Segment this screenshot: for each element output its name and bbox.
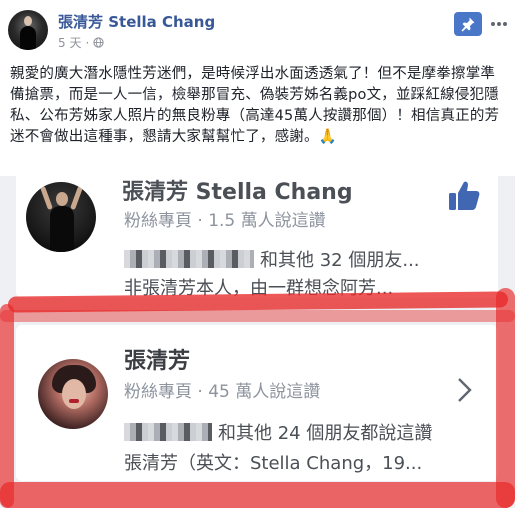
more-icon-dot: [491, 22, 495, 26]
more-button[interactable]: [488, 12, 510, 36]
redacted-names: [124, 250, 254, 268]
avatar-face: [62, 379, 86, 409]
card-friends: 和其他 32 個朋友...: [124, 246, 420, 272]
card-friends-text: 和其他 24 個朋友都說這讚: [218, 423, 433, 444]
thumbs-up-icon: [449, 181, 480, 210]
highlight-mark-top-2: [0, 310, 515, 322]
chevron-right-icon: [458, 378, 472, 402]
post-header: 張清芳 Stella Chang 5 天 ·: [0, 0, 515, 60]
page-card: 張清芳 粉絲專頁 · 45 萬人說這讚 和其他 24 個朋友都說這讚 張清芳（英…: [16, 325, 498, 481]
card-subtitle: 粉絲專頁 · 1.5 萬人說這讚: [124, 211, 326, 231]
highlight-mark-left: [0, 304, 14, 508]
more-icon-dot: [503, 22, 507, 26]
card-friends: 和其他 24 個朋友都說這讚: [124, 419, 432, 445]
avatar-dress: [50, 206, 74, 252]
avatar-figure-head: [24, 16, 32, 26]
post-time[interactable]: 5 天: [58, 34, 81, 51]
card-description: 張清芳（英文：Stella Chang，19...: [124, 453, 423, 474]
highlight-mark-right: [496, 288, 515, 508]
redacted-names: [124, 423, 212, 441]
avatar-lips: [69, 399, 79, 403]
card-friends-text: 和其他 32 個朋友...: [260, 250, 420, 271]
card-title: 張清芳 Stella Chang: [122, 180, 353, 205]
avatar-arm: [70, 185, 83, 211]
page-name-link[interactable]: 張清芳 Stella Chang: [58, 11, 215, 32]
page-card: 張清芳 Stella Chang 粉絲專頁 · 1.5 萬人說這讚 和其他 32…: [16, 176, 498, 299]
pin-icon: [461, 17, 475, 32]
avatar-arm: [40, 185, 53, 211]
globe-icon[interactable]: [93, 37, 104, 48]
highlight-mark-bottom: [0, 482, 515, 508]
post-text: 親愛的廣大潛水隱性芳迷們，是時候浮出水面透透氣了！但不是摩拳擦掌準備搶票，而是一…: [10, 64, 508, 148]
facebook-post: 張清芳 Stella Chang 5 天 · 親愛的廣大潛水隱性芳迷們，是時候浮…: [0, 0, 515, 508]
attached-screenshot[interactable]: 張清芳 Stella Chang 粉絲專頁 · 1.5 萬人說這讚 和其他 32…: [0, 176, 515, 508]
more-icon-dot: [497, 22, 501, 26]
card-avatar: [38, 359, 108, 429]
card-subtitle: 粉絲專頁 · 45 萬人說這讚: [124, 382, 321, 402]
avatar-figure-body: [20, 26, 36, 50]
page-avatar[interactable]: [8, 10, 48, 50]
avatar-head: [56, 192, 68, 206]
post-meta: 5 天 ·: [58, 34, 104, 51]
pray-emoji: 🙏: [318, 129, 337, 145]
meta-separator: ·: [85, 35, 90, 50]
pin-button[interactable]: [454, 12, 482, 36]
card-title: 張清芳: [124, 349, 191, 374]
post-text-body: 親愛的廣大潛水隱性芳迷們，是時候浮出水面透透氣了！但不是摩拳擦掌準備搶票，而是一…: [10, 66, 500, 145]
card-avatar: [26, 182, 96, 252]
